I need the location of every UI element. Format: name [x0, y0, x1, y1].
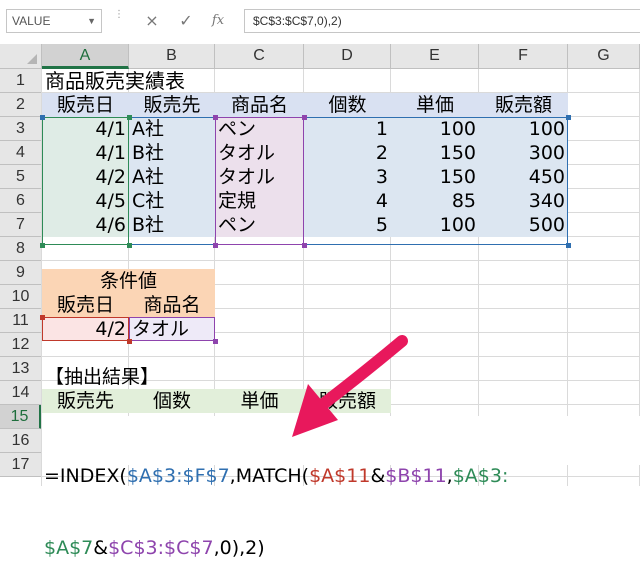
formula-token: $A$7 [44, 537, 94, 559]
formula-line-2: $A$7&$C$3:$C$7,0),2) [44, 536, 640, 560]
arrow-shaft [316, 335, 408, 411]
formula-token: $C$3:$C$7 [108, 537, 214, 559]
formula-token: ,0),2) [213, 537, 265, 559]
formula-token: & [93, 537, 109, 559]
annotation-arrow [292, 335, 408, 437]
